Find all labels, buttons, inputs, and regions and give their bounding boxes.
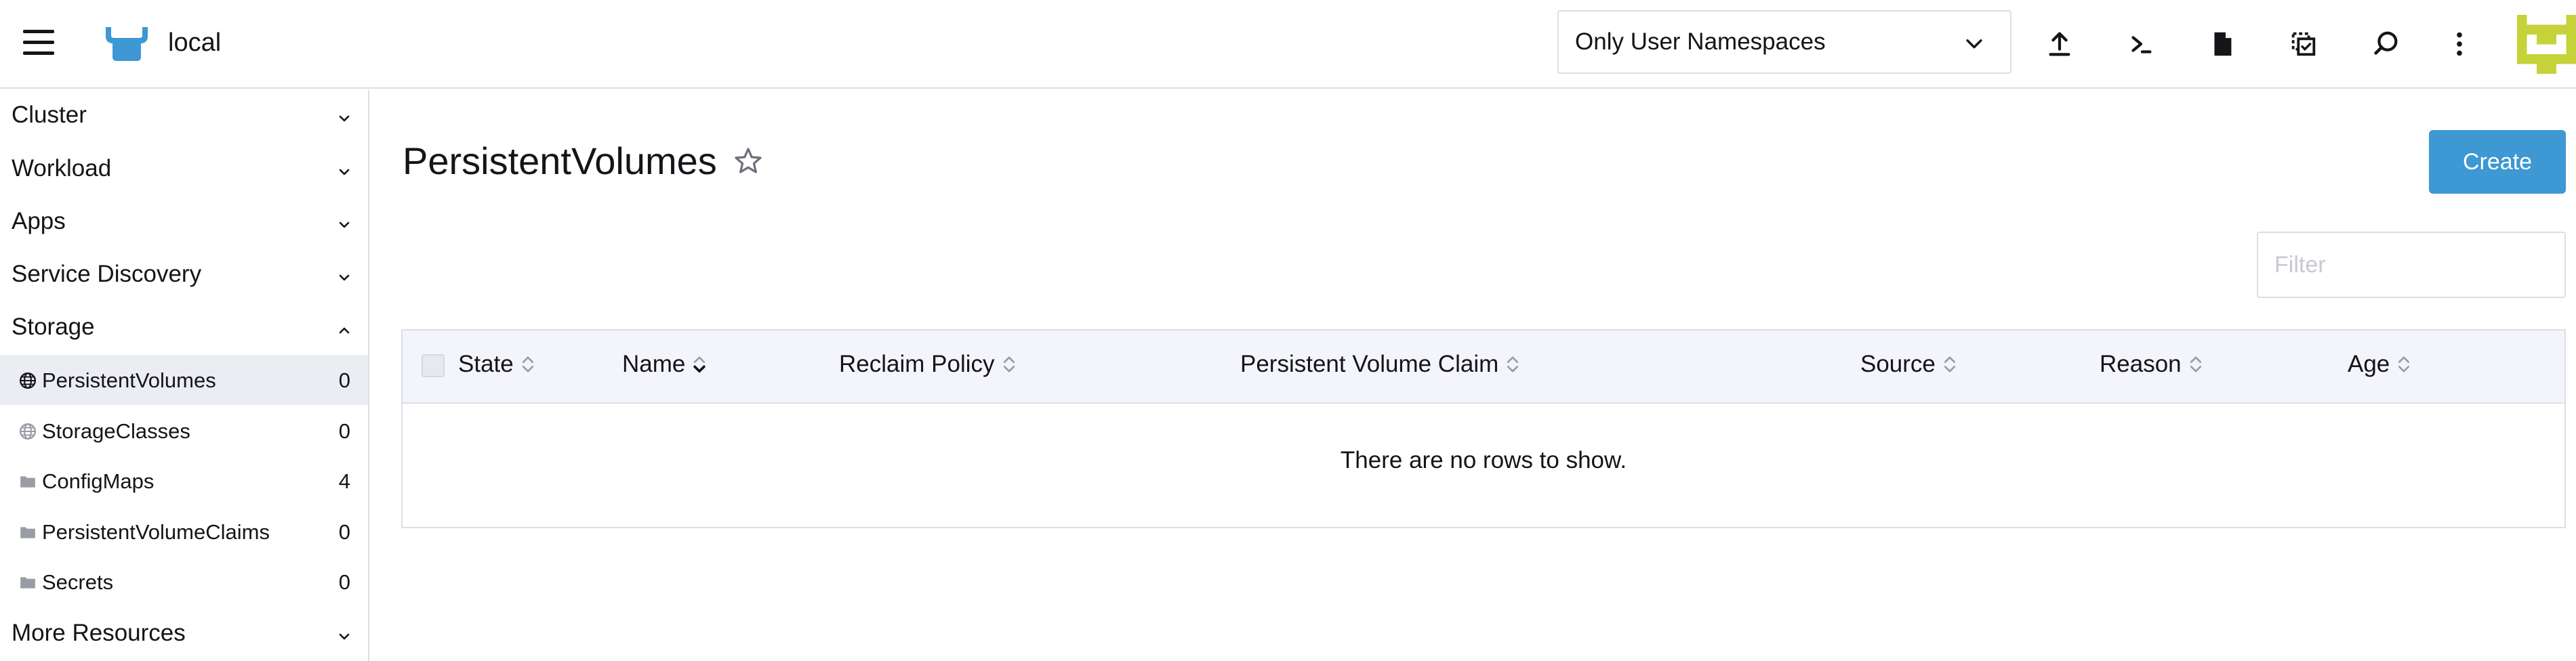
column-header-reason[interactable]: Reason xyxy=(2100,351,2203,378)
kubectl-shell-button[interactable] xyxy=(2117,22,2165,66)
sidebar-item-count: 0 xyxy=(338,419,350,443)
select-all-checkbox[interactable] xyxy=(422,354,445,377)
sidebar-item-storageclasses[interactable]: StorageClasses 0 xyxy=(0,406,368,456)
sidebar-item-persistentvolumeclaims[interactable]: PersistentVolumeClaims 0 xyxy=(0,507,368,557)
column-header-label: Persistent Volume Claim xyxy=(1240,351,1499,377)
sort-icon xyxy=(1003,356,1015,372)
column-header-label: Source xyxy=(1860,351,1936,377)
sort-icon xyxy=(2398,356,2410,372)
column-header-label: State xyxy=(458,351,514,377)
search-icon xyxy=(2374,31,2398,55)
column-header-source[interactable]: Source xyxy=(1860,351,1957,378)
menu-toggle-icon[interactable] xyxy=(23,30,57,57)
sidebar-item-label: ConfigMaps xyxy=(42,469,155,493)
sidebar-item-count: 0 xyxy=(338,520,350,544)
more-actions-button[interactable] xyxy=(2436,22,2483,66)
column-header-name[interactable]: Name xyxy=(622,351,707,378)
sidebar-item-secrets[interactable]: Secrets 0 xyxy=(0,557,368,607)
column-header-label: Reclaim Policy xyxy=(839,351,995,377)
nav-group-label: Storage xyxy=(12,314,95,340)
create-button[interactable]: Create xyxy=(2429,130,2566,194)
nav-group-apps[interactable]: Apps xyxy=(0,196,368,249)
user-avatar[interactable] xyxy=(2517,15,2576,74)
nav-group-storage[interactable]: Storage xyxy=(0,302,368,355)
nav-group-more-resources[interactable]: More Resources xyxy=(0,608,368,661)
folder-icon xyxy=(20,527,35,538)
import-yaml-icon xyxy=(2049,32,2070,56)
persistent-volumes-table: State Name Reclaim Policy Persistent Vol… xyxy=(401,329,2566,528)
chevron-up-icon xyxy=(339,327,350,334)
sidebar-item-count: 4 xyxy=(338,469,350,493)
filter-input[interactable] xyxy=(2257,232,2566,298)
folder-icon xyxy=(20,476,35,488)
column-header-age[interactable]: Age xyxy=(2348,351,2411,378)
namespace-filter-value: Only User Namespaces xyxy=(1575,28,1826,55)
nav-group-label: Apps xyxy=(12,208,66,234)
globe-icon xyxy=(19,423,37,440)
sort-icon xyxy=(1944,356,1956,372)
column-header-state[interactable]: State xyxy=(458,351,535,378)
sort-icon xyxy=(522,356,533,372)
copy-kubeconfig-button[interactable] xyxy=(2280,22,2327,66)
sort-descending-icon xyxy=(693,356,706,373)
identicon-icon xyxy=(2517,15,2576,74)
import-yaml-button[interactable] xyxy=(2036,22,2083,66)
column-header-reclaim-policy[interactable]: Reclaim Policy xyxy=(839,351,1017,378)
chevron-down-icon xyxy=(339,221,350,228)
sidebar-item-label: PersistentVolumeClaims xyxy=(42,520,270,544)
cluster-logo-icon[interactable] xyxy=(102,24,152,62)
folder-icon xyxy=(20,577,35,589)
sort-icon xyxy=(2190,356,2201,372)
chevron-down-icon xyxy=(339,169,350,175)
column-header-label: Age xyxy=(2348,351,2390,377)
nav-group-label: Workload xyxy=(12,155,112,182)
column-header-persistent-volume-claim[interactable]: Persistent Volume Claim xyxy=(1240,351,1520,378)
sidebar-item-count: 0 xyxy=(338,368,350,392)
side-navigation: Cluster Workload Apps Service Discovery … xyxy=(0,90,369,661)
sidebar-item-persistentvolumes[interactable]: PersistentVolumes 0 xyxy=(0,355,368,405)
favorite-star-icon[interactable] xyxy=(732,145,764,177)
chevron-down-icon xyxy=(339,633,350,640)
globe-icon xyxy=(19,372,37,389)
copy-kubeconfig-icon xyxy=(2291,32,2316,56)
cluster-name[interactable]: local xyxy=(168,28,221,58)
nav-group-workload[interactable]: Workload xyxy=(0,144,368,196)
sidebar-item-label: StorageClasses xyxy=(42,419,190,443)
more-actions-icon xyxy=(2457,32,2462,56)
table-header: State Name Reclaim Policy Persistent Vol… xyxy=(403,330,2564,404)
chevron-down-icon xyxy=(339,115,350,122)
kubectl-shell-icon xyxy=(2131,36,2152,54)
kubeconfig-download-icon xyxy=(2214,32,2232,56)
sidebar-item-configmaps[interactable]: ConfigMaps 4 xyxy=(0,456,368,506)
sidebar-item-label: PersistentVolumes xyxy=(42,368,216,392)
sidebar-item-count: 0 xyxy=(338,570,350,594)
page-title: PersistentVolumes xyxy=(403,140,717,182)
column-header-label: Name xyxy=(622,351,686,377)
empty-table-message: There are no rows to show. xyxy=(1340,447,1627,473)
chevron-down-icon xyxy=(339,274,350,281)
nav-group-label: More Resources xyxy=(12,620,186,646)
nav-group-label: Service Discovery xyxy=(12,261,202,287)
sort-icon xyxy=(1507,356,1519,372)
sidebar-item-label: Secrets xyxy=(42,570,114,594)
resource-search-button[interactable] xyxy=(2363,22,2410,66)
column-header-label: Reason xyxy=(2100,351,2182,377)
nav-group-service-discovery[interactable]: Service Discovery xyxy=(0,249,368,302)
namespace-filter-select[interactable]: Only User Namespaces xyxy=(1557,10,2011,74)
nav-group-cluster[interactable]: Cluster xyxy=(0,90,368,143)
download-kubeconfig-button[interactable] xyxy=(2199,22,2246,66)
top-header: local Only User Namespaces xyxy=(0,0,2576,89)
nav-group-label: Cluster xyxy=(12,102,87,128)
chevron-down-icon xyxy=(1966,39,1982,49)
